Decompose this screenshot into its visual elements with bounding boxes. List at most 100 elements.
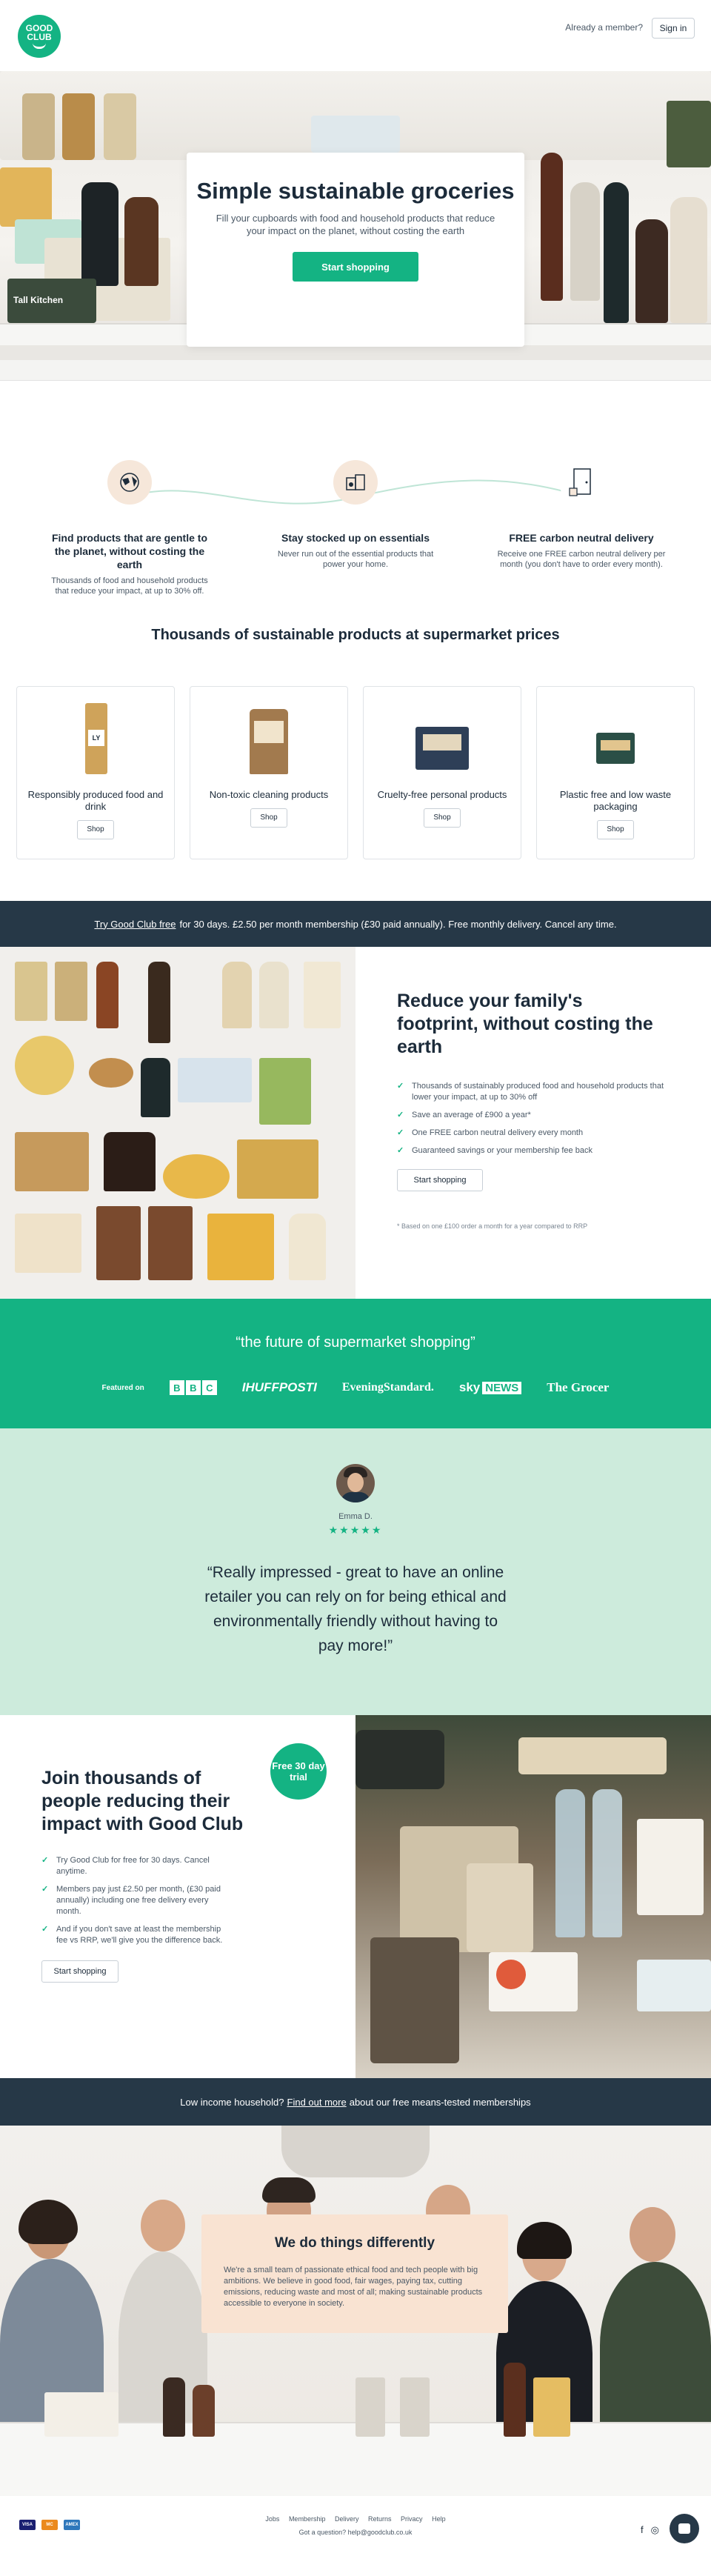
start-shopping-button[interactable]: Start shopping	[293, 252, 418, 282]
start-shopping-button[interactable]: Start shopping	[41, 1960, 118, 1983]
feature-text: Receive one FREE carbon neutral delivery…	[497, 550, 666, 569]
footer-link-help[interactable]: Help	[432, 2515, 446, 2523]
social-links: f ◎	[641, 2524, 659, 2536]
feature-card: Find products that are gentle to the pla…	[44, 460, 215, 596]
check-icon: ✓	[397, 1146, 404, 1155]
bottle-image	[670, 197, 707, 323]
boxes-icon	[333, 460, 378, 505]
good-club-logo[interactable]: GOOD CLUB	[18, 15, 61, 58]
footer-link-membership[interactable]: Membership	[289, 2515, 326, 2523]
plant-image	[667, 101, 711, 167]
bottle-image	[570, 182, 600, 301]
tin-image: Tall Kitchen	[7, 279, 96, 323]
category-card[interactable]: Non-toxic cleaning products Shop	[190, 686, 348, 859]
team-text: We're a small team of passionate ethical…	[224, 2266, 483, 2308]
shop-button[interactable]: Shop	[424, 808, 461, 828]
footer-links: Jobs Membership Delivery Returns Privacy…	[0, 2515, 711, 2536]
products-flatlay-image	[0, 947, 356, 1299]
bottle-image	[541, 153, 563, 301]
category-card[interactable]: Cruelty-free personal products Shop	[363, 686, 521, 859]
sky-news-logo[interactable]: sky NEWS	[459, 1380, 522, 1395]
check-item: ✓ Members pay just £2.50 per month, (£30 …	[41, 1885, 221, 1916]
bottle-image	[193, 2385, 215, 2437]
check-icon: ✓	[397, 1128, 404, 1137]
features-section: Find products that are gentle to the pla…	[0, 430, 711, 627]
start-shopping-button[interactable]: Start shopping	[397, 1169, 483, 1191]
reduce-title: Reduce your family's footprint, without …	[397, 991, 653, 1057]
feature-title: Find products that are gentle to the pla…	[51, 532, 207, 570]
shop-button[interactable]: Shop	[250, 808, 287, 828]
check-icon: ✓	[41, 1925, 49, 1934]
chat-icon[interactable]	[670, 2514, 699, 2543]
check-item: ✓ One FREE carbon neutral delivery every …	[397, 1128, 584, 1137]
feature-card: FREE carbon neutral delivery Receive one…	[496, 460, 667, 570]
testimonial-section: Emma D. ★★★★★ “Really impressed - great …	[0, 1428, 711, 1715]
smile-icon	[33, 43, 46, 49]
jar-image	[62, 93, 95, 160]
category-card[interactable]: Plastic free and low waste packaging Sho…	[536, 686, 695, 859]
toothbrush-box-image	[586, 696, 645, 777]
product-image	[44, 2392, 118, 2437]
contact-email[interactable]: Got a question? help@goodclub.co.uk	[4, 2529, 707, 2536]
footer-link-privacy[interactable]: Privacy	[401, 2515, 423, 2523]
trial-text: for 30 days. £2.50 per month membership …	[179, 918, 617, 930]
bottle-image	[81, 182, 118, 286]
products-heading: Thousands of sustainable products at sup…	[151, 627, 560, 643]
testimonial-quote: “Really impressed - great to have an onl…	[204, 1564, 507, 1654]
check-icon: ✓	[397, 1111, 404, 1119]
category-label: Cruelty-free personal products	[377, 789, 507, 800]
trial-banner: Try Good Club free for 30 days. £2.50 pe…	[0, 901, 711, 947]
reduce-copy: Reduce your family's footprint, without …	[356, 947, 711, 1299]
counter-base	[0, 345, 711, 360]
shop-button[interactable]: Shop	[77, 820, 114, 839]
hero-section: Tall Kitchen Simple sustainable grocerie…	[0, 71, 711, 360]
evening-standard-logo[interactable]: EveningStandard.	[342, 1381, 434, 1394]
category-card[interactable]: LY Responsibly produced food and drink S…	[16, 686, 175, 859]
the-grocer-logo[interactable]: The Grocer	[547, 1380, 609, 1395]
site-footer: VISA MC AMEX Jobs Membership Delivery Re…	[0, 2496, 711, 2576]
reduce-section: Reduce your family's footprint, without …	[0, 947, 711, 1299]
press-logos: Featured on BBC IHUFFPOSTI EveningStanda…	[0, 1380, 711, 1395]
try-free-link[interactable]: Try Good Club free	[94, 919, 176, 930]
detergent-bag-image	[239, 696, 298, 777]
join-checklist: ✓ Try Good Club for free for 30 days. Can…	[41, 1855, 234, 1946]
footer-link-jobs[interactable]: Jobs	[265, 2515, 279, 2523]
footer-link-returns[interactable]: Returns	[368, 2515, 392, 2523]
door-icon	[559, 460, 604, 505]
feature-text: Never run out of the essential products …	[277, 550, 434, 569]
star-rating-icon: ★★★★★	[328, 1524, 383, 1536]
jar-image	[104, 93, 136, 160]
free-trial-badge: Free 30 day trial	[270, 1743, 327, 1800]
jar-image	[22, 93, 55, 160]
hero-title: Simple sustainable groceries	[196, 178, 515, 204]
product-box-image	[0, 167, 52, 227]
tin-label: Tall Kitchen	[13, 295, 64, 305]
tin-image	[356, 2377, 385, 2437]
team-section: We do things differently We're a small t…	[0, 2126, 711, 2496]
check-icon: ✓	[41, 1885, 49, 1894]
team-card: We do things differently We're a small t…	[201, 2214, 508, 2333]
category-label: Responsibly produced food and drink	[27, 789, 164, 812]
check-item: ✓ Guaranteed savings or your membership f…	[397, 1146, 592, 1155]
join-title: Join thousands of people reducing their …	[41, 1768, 244, 1834]
footer-link-delivery[interactable]: Delivery	[335, 2515, 359, 2523]
team-title: We do things differently	[274, 2235, 435, 2251]
facebook-icon[interactable]: f	[641, 2524, 644, 2536]
income-suffix: about our free means-tested memberships	[349, 2096, 531, 2108]
feature-text: Thousands of food and household products…	[51, 576, 208, 596]
bottle-image	[635, 219, 668, 323]
site-header: GOOD CLUB Already a member? Sign in	[0, 0, 711, 71]
oat-milk-image: LY	[66, 696, 125, 777]
products-section: Thousands of sustainable products at sup…	[0, 627, 711, 901]
join-copy: Join thousands of people reducing their …	[0, 1715, 356, 2078]
huffpost-logo[interactable]: IHUFFPOSTI	[242, 1380, 317, 1395]
category-label: Non-toxic cleaning products	[209, 789, 329, 800]
instagram-icon[interactable]: ◎	[651, 2524, 659, 2536]
logo-line2: CLUB	[27, 32, 52, 42]
find-out-more-link[interactable]: Find out more	[287, 2097, 347, 2108]
shop-button[interactable]: Shop	[597, 820, 634, 839]
sign-in-button[interactable]: Sign in	[652, 18, 695, 39]
bbc-logo[interactable]: BBC	[169, 1380, 217, 1395]
feature-card: Stay stocked up on essentials Never run …	[270, 460, 441, 570]
box-top-image	[311, 116, 400, 153]
